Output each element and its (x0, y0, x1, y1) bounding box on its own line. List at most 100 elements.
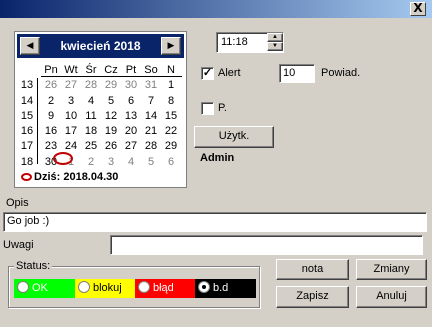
calendar-day[interactable]: 25 (81, 139, 101, 154)
user-name: Admin (200, 152, 235, 164)
today-marker (53, 152, 73, 165)
calendar-week-row: 17 23 24 25 26 27 28 29 (15, 139, 186, 154)
time-spinner[interactable]: 11:18 ▲ ▼ (216, 32, 284, 53)
uwagi-label: Uwagi (3, 239, 34, 251)
calendar-week-row: 15 9 10 11 12 13 14 15 (15, 109, 186, 124)
uwagi-field[interactable] (110, 235, 423, 255)
calendar-day-header: Śr (85, 64, 97, 76)
spin-down-icon[interactable]: ▼ (267, 42, 283, 51)
status-bd-radio-icon[interactable] (198, 281, 210, 293)
calendar-day[interactable]: 2 (81, 155, 101, 170)
today-label: Dziś: 2018.04.30 (34, 171, 119, 183)
calendar-day[interactable]: 20 (121, 124, 141, 139)
calendar-day[interactable]: 28 (141, 139, 161, 154)
calendar-day[interactable]: 15 (161, 109, 181, 124)
calendar-day[interactable]: 28 (81, 78, 101, 93)
calendar-week-number: 17 (20, 140, 34, 153)
calendar-header: ◀ kwiecień 2018 ▶ (17, 34, 184, 58)
calendar-month-title: kwiecień 2018 (60, 39, 141, 53)
alert-label: Alert (218, 67, 241, 79)
calendar-day[interactable]: 27 (121, 139, 141, 154)
status-blad-label: błąd (153, 282, 174, 294)
calendar-day[interactable]: 13 (121, 109, 141, 124)
p-checkbox[interactable] (201, 102, 214, 115)
calendar-day[interactable]: 5 (101, 94, 121, 109)
window-titlebar (0, 0, 432, 18)
status-group-label: Status: (14, 260, 53, 272)
calendar-day-header: Wt (64, 64, 78, 76)
status-ok-label: OK (32, 282, 48, 294)
zmiany-button[interactable]: Zmiany (356, 259, 427, 280)
calendar-day[interactable]: 7 (141, 94, 161, 109)
calendar-day[interactable]: 26 (41, 78, 61, 93)
calendar-day-header: Cz (104, 64, 118, 76)
anuluj-button[interactable]: Anuluj (356, 286, 427, 308)
calendar-day-header: Pt (125, 64, 137, 76)
today-circle-icon (21, 173, 32, 181)
calendar-day[interactable]: 9 (41, 109, 61, 124)
calendar-day[interactable]: 22 (161, 124, 181, 139)
calendar-day[interactable]: 16 (41, 124, 61, 139)
p-label: P. (218, 102, 227, 114)
status-blad[interactable]: błąd (135, 279, 195, 298)
calendar-day[interactable]: 14 (141, 109, 161, 124)
calendar-day-header: So (144, 64, 158, 76)
calendar-day[interactable]: 19 (101, 124, 121, 139)
calendar-day[interactable]: 26 (101, 139, 121, 154)
calendar-day[interactable]: 29 (101, 78, 121, 93)
calendar-grid: Pn Wt Śr Cz Pt So N 13 26 27 28 29 30 31 1 14 2 3 4 5 6 7 8 15 9… (15, 63, 186, 170)
calendar-day-header: N (167, 64, 175, 76)
status-bd-label: b.d (213, 282, 229, 294)
today-link[interactable]: Dziś: 2018.04.30 (21, 171, 118, 183)
close-button[interactable]: X (410, 2, 426, 16)
calendar-day[interactable]: 21 (141, 124, 161, 139)
calendar-week-row: 14 2 3 4 5 6 7 8 (15, 94, 186, 109)
calendar-day-headers: Pn Wt Śr Cz Pt So N (15, 63, 186, 78)
calendar-day[interactable]: 2 (41, 94, 61, 109)
status-ok-radio-icon[interactable] (17, 281, 29, 293)
calendar-day[interactable]: 11 (81, 109, 101, 124)
status-ok[interactable]: OK (14, 279, 75, 298)
month-calendar[interactable]: ◀ kwiecień 2018 ▶ Pn Wt Śr Cz Pt So N 13 26 27 28 2… (14, 31, 187, 188)
calendar-day[interactable]: 4 (81, 94, 101, 109)
alert-count-field[interactable]: 10 (279, 64, 315, 83)
status-blokuj[interactable]: blokuj (75, 279, 135, 298)
zapisz-button[interactable]: Zapisz (276, 286, 349, 308)
next-month-button[interactable]: ▶ (161, 37, 181, 55)
calendar-day[interactable]: 3 (61, 94, 81, 109)
alert-checkbox[interactable]: ✓ (201, 67, 214, 80)
calendar-day[interactable]: 30 (121, 78, 141, 93)
status-bd[interactable]: b.d (195, 279, 256, 298)
nota-button[interactable]: nota (276, 259, 349, 280)
calendar-day[interactable]: 12 (101, 109, 121, 124)
calendar-day[interactable]: 18 (81, 124, 101, 139)
calendar-day[interactable]: 4 (121, 155, 141, 170)
time-spin-buttons: ▲ ▼ (267, 33, 283, 52)
calendar-day[interactable]: 17 (61, 124, 81, 139)
status-blokuj-label: blokuj (93, 282, 122, 294)
calendar-day[interactable]: 6 (121, 94, 141, 109)
calendar-day[interactable]: 27 (61, 78, 81, 93)
calendar-day[interactable]: 3 (101, 155, 121, 170)
prev-month-button[interactable]: ◀ (20, 37, 40, 55)
calendar-day-header: Pn (44, 64, 58, 76)
status-blokuj-radio-icon[interactable] (78, 281, 90, 293)
time-value[interactable]: 11:18 (221, 36, 248, 48)
opis-label: Opis (6, 197, 29, 209)
calendar-week-number: 13 (20, 79, 34, 92)
calendar-week-number: 16 (20, 125, 34, 138)
calendar-week-row: 13 26 27 28 29 30 31 1 (15, 78, 186, 93)
spin-up-icon[interactable]: ▲ (267, 33, 283, 42)
status-blad-radio-icon[interactable] (138, 281, 150, 293)
calendar-day[interactable]: 10 (61, 109, 81, 124)
calendar-day[interactable]: 8 (161, 94, 181, 109)
opis-field[interactable]: Go job :) (3, 212, 427, 232)
calendar-week-number: 18 (20, 155, 34, 168)
alert-count-label: Powiad. (321, 67, 361, 79)
user-button[interactable]: Użytk. (194, 126, 274, 148)
calendar-day[interactable]: 5 (141, 155, 161, 170)
calendar-day[interactable]: 31 (141, 78, 161, 93)
calendar-day[interactable]: 1 (161, 78, 181, 93)
calendar-day[interactable]: 29 (161, 139, 181, 154)
calendar-day[interactable]: 6 (161, 155, 181, 170)
